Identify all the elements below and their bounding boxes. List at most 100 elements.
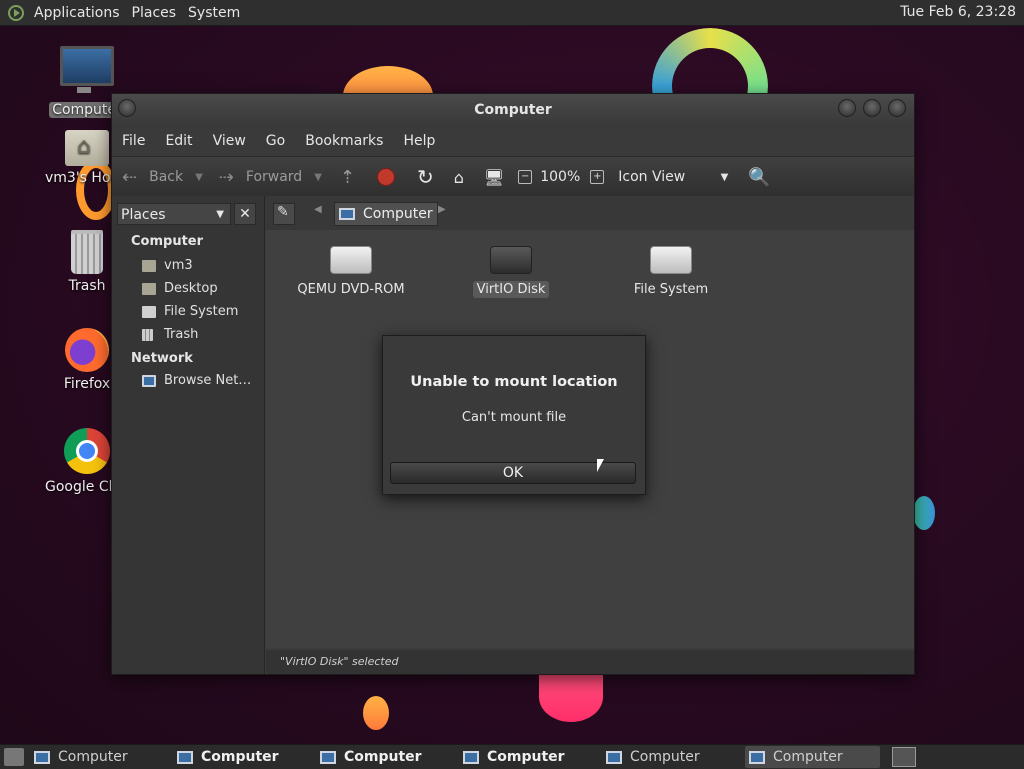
computer-icon	[749, 750, 765, 764]
show-desktop-icon[interactable]	[4, 748, 24, 766]
computer-icon	[339, 208, 355, 220]
home-folder-icon	[65, 130, 109, 166]
menu-system[interactable]: System	[184, 5, 248, 21]
home-button[interactable]: ⌂	[454, 168, 464, 187]
distro-logo-icon[interactable]	[8, 4, 24, 21]
decorative-blob	[363, 696, 389, 730]
menu-edit[interactable]: Edit	[155, 133, 202, 149]
taskbar-item[interactable]: Computer	[30, 746, 165, 768]
chevron-down-icon: ▼	[216, 209, 224, 220]
computer-icon	[320, 750, 336, 764]
clock[interactable]: Tue Feb 6, 23:28	[900, 4, 1016, 20]
menu-bookmarks[interactable]: Bookmarks	[295, 133, 393, 149]
menu-go[interactable]: Go	[256, 133, 295, 149]
search-button[interactable]: 🔍	[748, 167, 770, 188]
window-title: Computer	[474, 102, 552, 118]
chevron-right-icon[interactable]: ▶	[438, 204, 446, 215]
menu-help[interactable]: Help	[393, 133, 445, 149]
zoom-out-button[interactable]: −	[518, 170, 533, 184]
search-icon: 🔍	[748, 166, 771, 188]
zoom-out-icon: −	[518, 170, 533, 184]
disk-drive-icon	[490, 246, 532, 274]
toolbar: ⇠ Back ▼ ⇢ Forward ▼ ⇡ ↻ ⌂ 🖥 − 100% + Ic…	[112, 156, 914, 198]
file-item[interactable]: VirtIO Disk	[446, 246, 576, 298]
chevron-down-icon[interactable]: ▼	[195, 172, 203, 183]
taskbar: Computer Computer Computer Computer Comp…	[0, 744, 1024, 769]
drive-icon	[650, 246, 692, 274]
maximize-button[interactable]	[863, 99, 881, 117]
file-item-label: QEMU DVD-ROM	[297, 282, 405, 297]
firefox-icon	[65, 328, 109, 372]
arrow-left-icon: ⇠	[122, 166, 138, 188]
menu-view[interactable]: View	[203, 133, 256, 149]
taskbar-item[interactable]: Computer	[173, 746, 308, 768]
top-panel: Applications Places System Tue Feb 6, 23…	[0, 0, 1024, 26]
taskbar-item-active[interactable]: Computer	[745, 746, 880, 768]
file-item-label: File System	[633, 282, 709, 297]
error-dialog: Unable to mount location Can't mount fil…	[382, 335, 646, 495]
reload-icon: ↻	[417, 165, 434, 189]
minimize-button[interactable]	[838, 99, 856, 117]
sidebar-item-vm3[interactable]: vm3	[142, 258, 193, 273]
location-edit-toggle[interactable]	[273, 203, 295, 225]
chevron-down-icon[interactable]: ▼	[314, 172, 322, 183]
file-item-label: VirtIO Disk	[472, 281, 550, 298]
computer-icon	[34, 750, 50, 764]
stop-button[interactable]	[377, 168, 395, 186]
chrome-icon	[64, 428, 110, 474]
sidebar-heading-computer: Computer	[131, 234, 204, 249]
taskbar-item[interactable]: Computer	[316, 746, 451, 768]
menu-file[interactable]: File	[112, 133, 155, 149]
decorative-blob	[913, 496, 935, 530]
zoom-in-icon: +	[590, 170, 605, 184]
dialog-title: Unable to mount location	[410, 374, 618, 390]
desktop-folder-icon	[142, 282, 156, 295]
taskbar-item[interactable]: Computer	[602, 746, 737, 768]
close-icon: ✕	[239, 206, 251, 222]
window-titlebar[interactable]: Computer	[112, 94, 914, 126]
computer-icon	[177, 750, 193, 764]
mouse-cursor-icon	[597, 459, 604, 472]
taskbar-item[interactable]: Computer	[459, 746, 594, 768]
menu-places[interactable]: Places	[128, 5, 185, 21]
view-mode-select[interactable]: Icon View ▼	[618, 169, 728, 185]
back-button[interactable]: ⇠ Back ▼	[122, 167, 203, 188]
workspace-switcher[interactable]	[892, 747, 916, 767]
dialog-message: Can't mount file	[461, 410, 567, 425]
network-icon	[142, 374, 156, 387]
sidebar-item-browse-network[interactable]: Browse Net…	[142, 373, 251, 388]
computer-icon	[463, 750, 479, 764]
computer-button[interactable]: 🖥	[484, 168, 504, 187]
breadcrumb[interactable]: Computer	[334, 202, 438, 226]
trash-icon	[142, 328, 153, 341]
reload-button[interactable]: ↻	[417, 165, 434, 189]
zoom-level: 100%	[540, 169, 581, 185]
home-icon: ⌂	[453, 167, 464, 187]
sidebar-heading-network: Network	[131, 351, 193, 366]
status-bar: "VirtIO Disk" selected	[266, 650, 914, 674]
home-folder-icon	[142, 259, 156, 272]
desktop-icon-label: Trash	[68, 278, 106, 294]
sidebar-close-button[interactable]: ✕	[234, 203, 256, 225]
sidebar-item-file-system[interactable]: File System	[142, 304, 238, 319]
chevron-left-icon[interactable]: ◀	[314, 204, 322, 215]
sidebar: Places ▼ ✕ Computer vm3 Desktop File Sys…	[112, 196, 265, 674]
arrow-up-icon: ⇡	[339, 166, 355, 188]
zoom-in-button[interactable]: +	[590, 170, 605, 184]
desktop-icon-label: Firefox	[63, 376, 111, 392]
forward-button[interactable]: ⇢ Forward ▼	[219, 167, 322, 188]
menubar: File Edit View Go Bookmarks Help	[112, 126, 914, 156]
close-button[interactable]	[888, 99, 906, 117]
file-item[interactable]: File System	[606, 246, 736, 297]
decorative-blob	[539, 672, 603, 722]
menu-applications[interactable]: Applications	[30, 5, 128, 21]
optical-drive-icon	[330, 246, 372, 274]
sidebar-type-select[interactable]: Places ▼	[117, 203, 231, 225]
up-button[interactable]: ⇡	[340, 167, 355, 188]
sidebar-item-desktop[interactable]: Desktop	[142, 281, 218, 296]
sidebar-item-trash[interactable]: Trash	[142, 327, 198, 342]
drive-icon	[142, 305, 156, 318]
stop-icon	[377, 168, 395, 186]
file-item[interactable]: QEMU DVD-ROM	[286, 246, 416, 297]
arrow-right-icon: ⇢	[218, 166, 234, 188]
